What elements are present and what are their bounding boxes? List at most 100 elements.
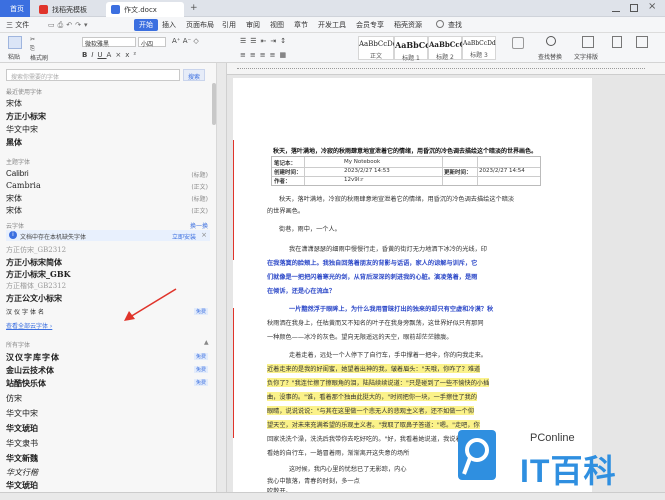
font-item[interactable]: 华文隶书	[6, 438, 38, 449]
style-heading1-name: 标题 1	[402, 55, 420, 62]
sort-icon[interactable]	[636, 36, 648, 48]
document-page[interactable]: 秋天，落叶满地，冷寂的秋雨肆意地宣泄着它的情绪，用昏沉的冷色调去描绘这个暗淡的世…	[233, 78, 592, 495]
font-item[interactable]: 华文中宋	[6, 124, 38, 135]
paragraph-line: 回家洗洗个澡，洗洗后我带你去吃好吃的。"好，我看着她说道，我说着我跟上	[267, 436, 481, 443]
copy-icon[interactable]: ⎘	[30, 45, 35, 53]
quick-access-icons[interactable]: ▭⎙↶↷▾	[48, 21, 90, 30]
find-replace-button[interactable]: 查找替换	[538, 52, 562, 61]
font-item[interactable]: 方正公文小标宋	[6, 293, 62, 304]
panel-scrollbar[interactable]	[212, 83, 216, 125]
paragraph-line: 们就像是一把把闪着寒光的剑，从背后深深的刺进我的心脏。演凌落着，是雨	[267, 274, 478, 281]
new-tab-button[interactable]: +	[190, 3, 198, 13]
font-item[interactable]: 方正楷体_GB2312	[6, 281, 66, 291]
paragraph-line: 我在潇潇瑟瑟的细雨中慢慢行走，昏黄的街灯无力地洒下冰冷的光线，印	[289, 246, 487, 253]
close-icon[interactable]: ×	[648, 1, 656, 12]
tab-document[interactable]: 作文.docx	[106, 2, 184, 17]
font-item[interactable]: 汉仪字库字体	[6, 352, 60, 363]
font-item[interactable]: 仿宋	[6, 393, 22, 404]
find-replace-icon[interactable]	[546, 36, 556, 46]
font-item[interactable]: 方正小标宋	[6, 111, 46, 122]
align-icons[interactable]: ≡≡≡≡▦	[240, 51, 290, 59]
close-notice-icon[interactable]: ×	[201, 231, 207, 239]
font-item[interactable]: Cambria	[6, 181, 41, 190]
menu-chapter[interactable]: 章节	[294, 20, 308, 30]
title-bar: 首页 找稻壳模板 作文.docx + ×	[0, 0, 665, 17]
font-search-placeholder: 搜索你需要的字体	[11, 74, 60, 81]
menu-view[interactable]: 视图	[270, 20, 284, 30]
highlighted-line: 近着走来的是我的好闺蜜，她望着出神的我，皱着眉头："天哦，你咋了？难道	[267, 364, 481, 373]
font-item[interactable]: 方正仿宋_GB2312	[6, 245, 66, 255]
search-icon[interactable]	[436, 20, 444, 28]
font-item[interactable]: 方正小标宋简体	[6, 257, 62, 268]
font-item[interactable]: 方正小标宋_GBK	[6, 269, 71, 280]
menu-member[interactable]: 会员专享	[356, 20, 384, 30]
font-style-icons[interactable]: BIUA×x²	[82, 51, 140, 59]
paragraph-icons[interactable]: ☰☰⇤⇥↕	[240, 37, 290, 45]
font-item[interactable]: 华文行楷	[6, 467, 38, 478]
cut-icon[interactable]: ✂	[30, 36, 35, 43]
font-item[interactable]: 汉仪字体名	[6, 307, 46, 316]
collapse-icon[interactable]: ▲	[204, 339, 209, 346]
install-now-link[interactable]: 立即安装	[172, 232, 196, 241]
font-name-select[interactable]: 微软雅黑	[82, 37, 136, 48]
style-heading1-preview: AaBbCc	[395, 40, 430, 50]
text-layout-button[interactable]: 文字排版	[574, 52, 598, 61]
font-item[interactable]: 华文新魏	[6, 453, 38, 464]
menu-developer[interactable]: 开发工具	[318, 20, 346, 30]
missing-font-notice: i 文档中存在本机缺失字体 立即安装 ×	[6, 230, 210, 241]
tab-home[interactable]: 首页	[0, 0, 30, 17]
menu-file[interactable]: 三 文件	[6, 20, 29, 30]
style-normal[interactable]: AaBbCcDd 正文	[358, 36, 397, 60]
menu-layout[interactable]: 页面布局	[186, 20, 214, 30]
menu-docer[interactable]: 稻壳资源	[394, 20, 422, 30]
paragraph-line: 的世界画色。	[267, 208, 305, 215]
maximize-icon[interactable]	[630, 4, 638, 12]
style-heading3-preview: AaBbCcDd	[463, 40, 496, 47]
all-fonts-header: 所有字体	[6, 342, 31, 349]
style-heading3[interactable]: AaBbCcDd 标题 3	[462, 36, 496, 60]
font-item[interactable]: 宋体	[6, 193, 22, 204]
font-item[interactable]: 黑体	[6, 137, 22, 148]
word-doc-icon	[111, 5, 120, 14]
font-item[interactable]: Calibri	[6, 169, 29, 178]
vertical-ruler	[217, 63, 227, 492]
menu-review[interactable]: 审阅	[246, 20, 260, 30]
horizontal-ruler	[227, 63, 665, 75]
info-icon: i	[9, 231, 17, 239]
font-size-select[interactable]: 小四	[138, 37, 166, 48]
free-badge: 免费	[193, 308, 208, 315]
font-item[interactable]: 站酷快乐体	[6, 378, 46, 389]
tab-template-label: 找稻壳模板	[52, 6, 87, 14]
font-item[interactable]: 宋体	[6, 98, 22, 109]
recent-fonts-header: 最近使用字体	[6, 89, 43, 96]
minimize-icon[interactable]	[612, 4, 620, 12]
format-painter-button[interactable]: 格式刷	[30, 53, 48, 62]
font-grow-icons[interactable]: A⁺ A⁻ ◇	[172, 37, 199, 45]
highlighted-line: 眼睛，说说说说："与其在这里做一个悲无人的悲观主义者，还不如做一个仰	[267, 406, 475, 415]
font-search-button[interactable]: 搜索	[183, 69, 205, 81]
font-search-input[interactable]: 搜索你需要的字体	[6, 69, 180, 81]
table-cell: 12v9l:r	[344, 177, 364, 183]
font-item[interactable]: 金山云技术体	[6, 365, 54, 376]
new-style-icon[interactable]	[512, 37, 524, 49]
font-item[interactable]: 华文中宋	[6, 408, 38, 419]
note-info-table: 笔记本： My Notebook 创建时间： 2023/2/27 14:53 更…	[271, 156, 541, 186]
paste-icon[interactable]	[8, 36, 22, 49]
paragraph-line: 我心中散落，青春的时刻，多一点	[267, 478, 360, 485]
highlighted-line: 望天空，对未来充满希望的乐观主义者。"我取了取鼻子答道："嗯。"走吧，你	[267, 420, 480, 429]
select-icon[interactable]	[612, 36, 622, 48]
tab-template[interactable]: 找稻壳模板	[34, 2, 104, 17]
menu-insert[interactable]: 插入	[162, 20, 176, 30]
menu-search[interactable]: 查找	[448, 20, 462, 30]
style-heading1[interactable]: AaBbCc 标题 1	[394, 36, 430, 62]
menu-references[interactable]: 引用	[222, 20, 236, 30]
font-item[interactable]: 华文琥珀	[6, 480, 38, 491]
menu-start[interactable]: 开始	[134, 19, 158, 31]
font-item[interactable]: 宋体	[6, 205, 22, 216]
style-heading2[interactable]: AaBbCcC 标题 2	[428, 36, 465, 61]
font-item[interactable]: 华文琥珀	[6, 423, 38, 434]
text-layout-icon[interactable]	[582, 36, 594, 48]
table-cell: 2023/2/27 14:53	[344, 168, 390, 174]
view-all-cloud-fonts-link[interactable]: 查看全部云字体 ›	[6, 321, 52, 330]
cloud-switch-button[interactable]: 换一换	[190, 221, 208, 230]
